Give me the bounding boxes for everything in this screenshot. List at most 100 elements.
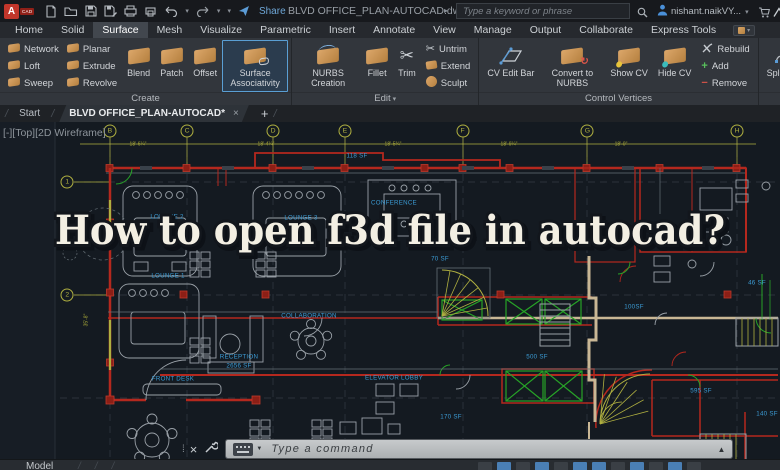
print-icon[interactable] [144,5,157,17]
autodesk-logo-icon[interactable] [773,5,780,23]
button-patch[interactable]: Patch [155,40,188,92]
command-input-bar[interactable]: ▼ Type a command ▲ [226,440,733,458]
ribbon-tab-visualize[interactable]: Visualize [191,22,251,38]
wrench-icon[interactable] [204,440,220,459]
object-snap-icon[interactable] [630,462,644,470]
dock-drag-handle[interactable]: ⁞ [182,444,185,455]
polar-tracking-icon[interactable] [573,462,587,470]
button-revolve[interactable]: Revolve [66,75,117,92]
new-file-icon[interactable] [45,4,57,18]
panel-title-edit[interactable]: Edit ▾ [292,92,479,105]
cart-icon[interactable] [758,5,770,23]
button-nurbs-creation[interactable]: NURBS Creation [295,40,361,92]
button-loft[interactable]: Loft [8,58,59,75]
infer-constraints-icon[interactable] [516,462,530,470]
start-tab[interactable]: Start [13,108,46,119]
undo-icon[interactable] [164,6,178,17]
selection-cycling-icon[interactable] [687,462,701,470]
button-sweep[interactable]: Sweep [8,75,59,92]
file-tab-bar: / Start / BLVD OFFICE_PLAN-AUTOCAD* × + … [0,105,780,122]
ribbon-tab-parametric[interactable]: Parametric [251,22,320,38]
panel-title-curves[interactable]: Curves ▾ [758,92,780,105]
button-rebuild[interactable]: Rebuild [701,41,750,58]
button-untrim[interactable]: ✂ Untrim [426,41,471,58]
ribbon-tab-insert[interactable]: Insert [320,22,364,38]
button-sculpt[interactable]: Sculpt [425,75,471,92]
button-show-cv[interactable]: Show CV [605,40,653,92]
ribbon-tab-annotate[interactable]: Annotate [364,22,424,38]
isometric-drafting-icon[interactable] [592,462,606,470]
save-as-icon[interactable] [104,5,118,17]
button-label: Fillet [367,68,387,78]
button-hide-cv[interactable]: Hide CV [653,40,697,92]
command-options-caret-icon[interactable]: ▼ [256,446,262,452]
save-icon[interactable] [85,5,97,17]
ribbon-tab-manage[interactable]: Manage [465,22,521,38]
button-cv-edit-bar[interactable]: CV Edit Bar [482,40,539,92]
command-input-placeholder[interactable]: Type a command [271,443,717,455]
viewport-controls-label[interactable]: [-][Top][2D Wireframe] [3,127,106,139]
panel-title-create[interactable]: Create [0,92,292,105]
model-tab[interactable]: Model [26,461,53,470]
close-tab-icon[interactable]: × [233,108,239,119]
autocad-logo-cad: CAD [20,7,35,15]
qat-customize-icon[interactable]: ▾ [227,7,231,15]
button-extend[interactable]: Extend [425,58,470,75]
button-offset[interactable]: Offset [188,40,222,92]
button-remove[interactable]: − Remove [701,75,749,92]
status-toggle-icons [478,462,701,470]
button-extrude[interactable]: Extrude [66,58,117,75]
redo-icon[interactable] [196,6,210,17]
share-label[interactable]: Share [259,6,286,17]
ortho-icon[interactable] [554,462,568,470]
ribbon-tab-mesh[interactable]: Mesh [148,22,192,38]
ribbon-tab-home[interactable]: Home [6,22,52,38]
new-drawing-tab-icon[interactable]: + [261,107,269,120]
plot-icon[interactable] [124,5,137,17]
button-network[interactable]: Network [8,41,59,58]
button-blend[interactable]: Blend [122,40,155,92]
button-convert-to-nurbs[interactable]: Convert to NURBS [539,40,605,92]
button-planar[interactable]: Planar [66,41,117,58]
ribbon-tab-view[interactable]: View [424,22,465,38]
button-spline-cv[interactable]: Spline CV▾ [762,40,780,92]
grid-icon[interactable] [478,462,492,470]
object-snap-tracking-icon[interactable] [611,462,625,470]
user-dropdown-icon: ▾ [745,8,749,16]
button-surface-associativity[interactable]: Surface Associativity [222,40,289,92]
share-icon[interactable] [238,5,250,17]
keyboard-icon[interactable] [233,442,254,456]
button-label: Patch [160,68,184,78]
ribbon-tab-express-tools[interactable]: Express Tools [642,22,725,38]
button-trim[interactable]: ✂ Trim [393,40,421,92]
button-label: Spline CV [766,68,780,78]
search-input[interactable]: Type a keyword or phrase [456,3,630,19]
transparency-icon[interactable] [668,462,682,470]
ribbon-tab-collaborate[interactable]: Collaborate [570,22,642,38]
command-history-icon[interactable]: ▲ [717,445,725,454]
autocad-logo[interactable]: A [4,3,19,19]
nurbs-creation-icon [317,43,339,69]
ribbon-tab-solid[interactable]: Solid [52,22,93,38]
redo-dropdown-icon[interactable]: ▾ [217,7,221,15]
search-icon[interactable] [637,5,648,23]
button-fillet[interactable]: Fillet [361,40,393,92]
document-tab[interactable]: BLVD OFFICE_PLAN-AUTOCAD* × [59,105,249,122]
user-account[interactable]: nishant.naikVY... ▾ [657,4,749,19]
planar-surface-icon [66,42,79,55]
button-label: Loft [24,60,40,72]
panel-title-control-vertices[interactable]: Control Vertices [479,92,758,105]
undo-dropdown-icon[interactable]: ▾ [185,7,189,15]
ribbon-extra-tab-chip[interactable]: ▾ [733,24,756,36]
lineweight-icon[interactable] [649,462,663,470]
open-folder-icon[interactable] [64,5,78,17]
close-command-line-icon[interactable]: × [190,443,198,456]
title-caret-icon[interactable]: ▸ [444,6,448,15]
button-add[interactable]: + Add [701,58,749,75]
ribbon-tab-output[interactable]: Output [521,22,571,38]
snap-mode-icon[interactable] [497,462,511,470]
drawing-canvas[interactable]: [-][Top][2D Wireframe] 118 SF LOUNGE 2 LOU… [0,122,780,470]
dynamic-input-icon[interactable] [535,462,549,470]
button-label: Blend [127,68,151,78]
ribbon-tab-surface[interactable]: Surface [93,22,148,38]
